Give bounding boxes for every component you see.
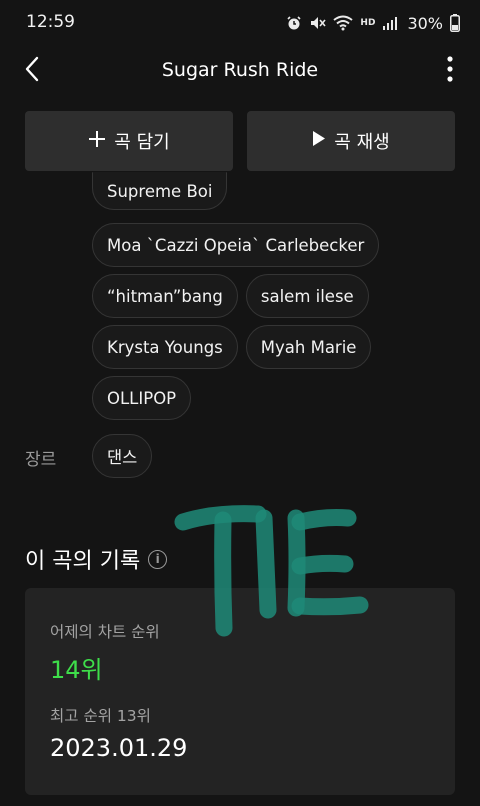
info-icon[interactable]: i <box>148 549 168 569</box>
more-vertical-icon <box>447 56 453 86</box>
chip-row: Krysta Youngs Myah Marie <box>92 325 372 369</box>
credit-chip[interactable]: OLLIPOP <box>92 376 192 420</box>
play-song-button[interactable]: 곡 재생 <box>247 111 455 171</box>
add-song-button[interactable]: 곡 담기 <box>25 111 233 171</box>
credit-chip[interactable]: Supreme Boi <box>92 172 228 210</box>
mute-icon <box>309 15 327 31</box>
record-card: 어제의 차트 순위 14위 최고 순위 13위 2023.01.29 <box>25 588 455 795</box>
chip-row: 댄스 <box>92 434 153 478</box>
page-title: Sugar Rush Ride <box>161 59 319 81</box>
status-bar: 12:59 HD 30% <box>0 0 480 46</box>
signal-icon <box>382 15 398 31</box>
yesterday-chart-rank: 14위 <box>50 656 103 684</box>
chip-row: OLLIPOP <box>92 376 192 420</box>
best-rank-label: 최고 순위 13위 <box>50 707 151 725</box>
play-icon <box>312 130 326 152</box>
credit-chip[interactable]: Moa `Cazzi Opeia` Carlebecker <box>92 223 380 267</box>
battery-percent: 30% <box>407 13 443 33</box>
best-rank-date: 2023.01.29 <box>50 734 188 762</box>
hd-voice-icon: HD <box>360 18 376 28</box>
genre-label: 장르 <box>25 450 57 470</box>
section-title: 이 곡의 기록 i <box>25 543 168 575</box>
chip-row: Moa `Cazzi Opeia` Carlebecker <box>92 223 380 267</box>
alarm-icon <box>286 15 302 31</box>
app-bar: Sugar Rush Ride <box>0 46 480 96</box>
add-song-label: 곡 담기 <box>114 132 170 153</box>
status-time: 12:59 <box>26 12 75 32</box>
yesterday-chart-label: 어제의 차트 순위 <box>50 623 160 641</box>
credit-chip[interactable]: Krysta Youngs <box>92 325 238 369</box>
credit-chip[interactable]: “hitman”bang <box>92 274 238 318</box>
genre-chip[interactable]: 댄스 <box>92 434 153 478</box>
section-title-text: 이 곡의 기록 <box>25 549 141 574</box>
chip-row: Supreme Boi <box>92 172 228 210</box>
plus-icon <box>88 130 106 153</box>
chip-row: “hitman”bang salem ilese <box>92 274 369 318</box>
play-song-label: 곡 재생 <box>334 132 390 153</box>
status-icons: HD 30% <box>286 12 460 34</box>
credit-chip[interactable]: Myah Marie <box>245 325 372 369</box>
wifi-icon <box>333 15 354 31</box>
battery-icon <box>450 14 460 32</box>
credit-chip[interactable]: salem ilese <box>245 274 369 318</box>
more-options-button[interactable] <box>438 54 462 88</box>
